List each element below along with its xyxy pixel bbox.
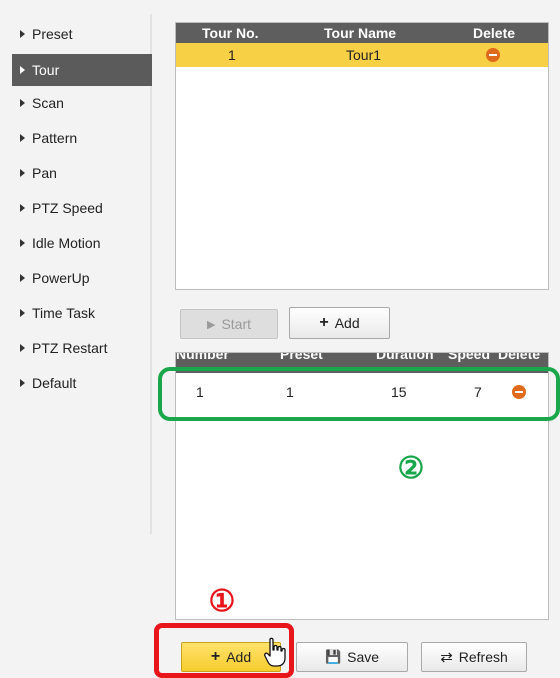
header-duration: Duration (376, 353, 434, 362)
add-tour-button[interactable]: + Add (289, 307, 390, 339)
header-preset: Preset (280, 353, 323, 362)
header-delete: Delete (498, 353, 541, 362)
refresh-icon: ⇄ (440, 649, 453, 666)
sidebar-item-label: Preset (32, 26, 73, 42)
ptz-sidebar: Preset Tour Scan Pattern Pan PTZ Speed I… (12, 14, 152, 534)
tour-name-cell: Tour1 (346, 47, 382, 63)
header-speed: Speed (448, 353, 491, 362)
sidebar-item-label: Pattern (32, 130, 78, 146)
highlight-box-step-2 (158, 367, 560, 421)
sidebar-item-scan[interactable]: Scan (12, 87, 152, 119)
hand-cursor-icon (264, 637, 286, 667)
header-tour-no: Tour No. (202, 25, 259, 41)
delete-icon[interactable] (486, 48, 500, 62)
start-button[interactable]: ▶ Start (180, 309, 278, 339)
expand-arrow-icon (20, 169, 25, 177)
expand-arrow-icon (20, 309, 25, 317)
expand-arrow-icon (20, 344, 25, 352)
floppy-disk-icon: 💾 (324, 649, 342, 664)
sidebar-item-label: PowerUp (32, 270, 90, 286)
save-button[interactable]: 💾 Save (296, 642, 408, 672)
expand-arrow-icon (20, 204, 25, 212)
sidebar-item-label: PTZ Speed (32, 200, 103, 216)
sidebar-item-time-task[interactable]: Time Task (12, 297, 152, 329)
expand-arrow-icon (20, 274, 25, 282)
sidebar-item-idle-motion[interactable]: Idle Motion (12, 227, 152, 259)
step-2-marker: ② (397, 452, 425, 485)
table-row[interactable]: 1 Tour1 (176, 43, 548, 67)
sidebar-item-label: Tour (32, 62, 60, 78)
sidebar-item-tour[interactable]: Tour (12, 54, 152, 86)
sidebar-item-label: Idle Motion (32, 235, 101, 251)
sidebar-item-powerup[interactable]: PowerUp (12, 262, 152, 294)
sidebar-item-label: Time Task (32, 305, 96, 321)
expand-arrow-icon (20, 99, 25, 107)
header-tour-name: Tour Name (324, 25, 397, 41)
sidebar-item-ptz-restart[interactable]: PTZ Restart (12, 332, 152, 364)
header-number: Number (176, 353, 229, 362)
play-icon: ▶ (206, 318, 216, 331)
refresh-button[interactable]: ⇄ Refresh (421, 642, 527, 672)
tour-no-cell: 1 (228, 47, 236, 63)
sidebar-item-label: Default (32, 375, 77, 391)
sidebar-item-pattern[interactable]: Pattern (12, 122, 152, 154)
step-1-marker: ① (208, 585, 236, 618)
header-delete: Delete (473, 25, 516, 41)
sidebar-item-label: Scan (32, 95, 64, 111)
expand-arrow-icon (20, 379, 25, 387)
expand-arrow-icon (20, 239, 25, 247)
sidebar-item-preset[interactable]: Preset (12, 18, 152, 50)
sidebar-item-label: Pan (32, 165, 57, 181)
expand-arrow-icon (20, 134, 25, 142)
expand-arrow-icon (20, 66, 25, 74)
sidebar-item-default[interactable]: Default (12, 367, 152, 399)
sidebar-item-pan[interactable]: Pan (12, 157, 152, 189)
sidebar-item-label: PTZ Restart (32, 340, 108, 356)
tour-table-header: Tour No. Tour Name Delete (176, 23, 548, 43)
plus-icon: + (319, 314, 329, 331)
sidebar-item-ptz-speed[interactable]: PTZ Speed (12, 192, 152, 224)
tour-table: Tour No. Tour Name Delete 1 Tour1 (175, 22, 549, 290)
expand-arrow-icon (20, 30, 25, 38)
